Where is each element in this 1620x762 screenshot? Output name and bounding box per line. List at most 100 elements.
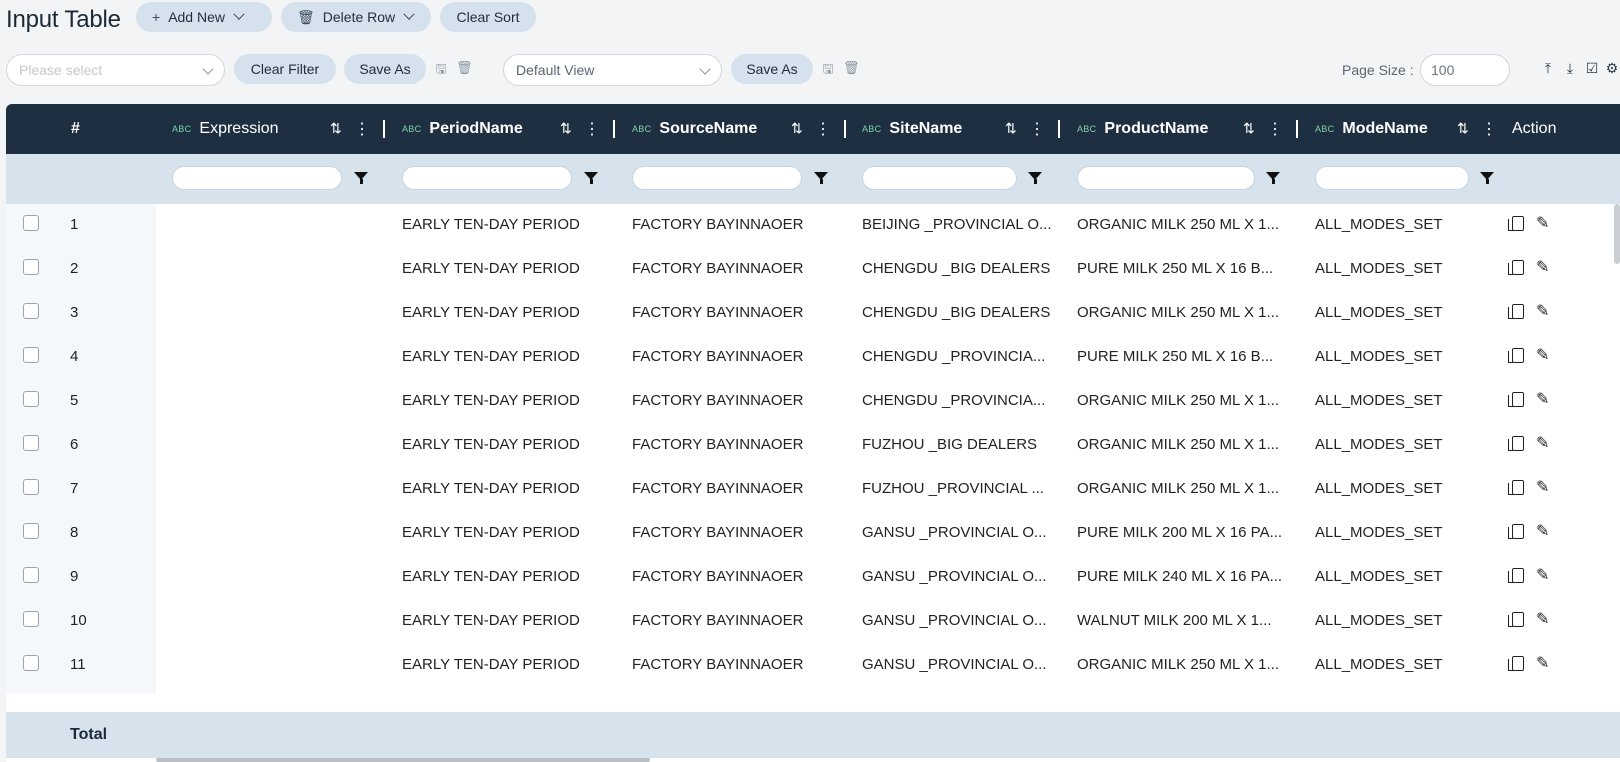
row-checkbox[interactable] [23, 655, 39, 671]
sitename-cell[interactable]: GANSU _PROVINCIAL O... [862, 656, 1047, 673]
save-icon[interactable]: 🖫 [821, 60, 835, 76]
checkbox-menu-icon[interactable]: ☑ [1584, 60, 1600, 76]
periodname-cell[interactable]: EARLY TEN-DAY PERIOD [402, 216, 580, 233]
row-checkbox[interactable] [23, 523, 39, 539]
productname-filter-input[interactable] [1077, 166, 1255, 190]
copy-icon[interactable] [1508, 480, 1524, 495]
filter-icon[interactable] [584, 172, 598, 184]
header-periodname[interactable]: ABC PeriodName [402, 104, 523, 154]
column-divider[interactable] [383, 120, 385, 138]
delete-row-button[interactable]: 🗑 Delete Row [281, 2, 431, 32]
edit-icon[interactable]: ✎ [1536, 433, 1549, 453]
modename-cell[interactable]: ALL_MODES_SET [1315, 216, 1443, 233]
copy-icon[interactable] [1508, 392, 1524, 407]
trash-icon[interactable]: 🗑 [456, 60, 473, 76]
table-row[interactable]: 7 EARLY TEN-DAY PERIOD FACTORY BAYINNAOER F… [6, 468, 1620, 512]
trash-icon[interactable]: 🗑 [843, 60, 860, 76]
productname-cell[interactable]: WALNUT MILK 200 ML X 1... [1077, 612, 1272, 629]
upload-icon[interactable]: ⤒ [1540, 60, 1556, 76]
row-checkbox[interactable] [23, 215, 39, 231]
column-menu-icon[interactable]: ⋮ [1267, 119, 1283, 139]
filter-icon[interactable] [1480, 172, 1494, 184]
clear-filter-button[interactable]: Clear Filter [234, 54, 336, 84]
table-row[interactable]: 3 EARLY TEN-DAY PERIOD FACTORY BAYINNAOER C… [6, 292, 1620, 336]
productname-cell[interactable]: ORGANIC MILK 250 ML X 1... [1077, 436, 1279, 453]
modename-cell[interactable]: ALL_MODES_SET [1315, 480, 1443, 497]
sourcename-cell[interactable]: FACTORY BAYINNAOER [632, 436, 803, 453]
row-checkbox[interactable] [23, 435, 39, 451]
periodname-cell[interactable]: EARLY TEN-DAY PERIOD [402, 568, 580, 585]
sourcename-cell[interactable]: FACTORY BAYINNAOER [632, 612, 803, 629]
vertical-scrollbar[interactable] [1614, 204, 1620, 264]
save-as-filter-button[interactable]: Save As [344, 54, 426, 84]
sitename-cell[interactable]: GANSU _PROVINCIAL O... [862, 568, 1047, 585]
sitename-cell[interactable]: CHENGDU _PROVINCIA... [862, 392, 1045, 409]
table-row[interactable]: 9 EARLY TEN-DAY PERIOD FACTORY BAYINNAOER G… [6, 556, 1620, 600]
table-row[interactable]: 6 EARLY TEN-DAY PERIOD FACTORY BAYINNAOER F… [6, 424, 1620, 468]
productname-cell[interactable]: PURE MILK 250 ML X 16 B... [1077, 348, 1273, 365]
column-divider[interactable] [844, 120, 846, 138]
save-as-view-button[interactable]: Save As [731, 54, 813, 84]
sourcename-cell[interactable]: FACTORY BAYINNAOER [632, 656, 803, 673]
header-modename[interactable]: ABC ModeName [1315, 104, 1428, 154]
productname-cell[interactable]: ORGANIC MILK 250 ML X 1... [1077, 216, 1279, 233]
header-productname[interactable]: ABC ProductName [1077, 104, 1208, 154]
modename-cell[interactable]: ALL_MODES_SET [1315, 524, 1443, 541]
productname-cell[interactable]: ORGANIC MILK 250 ML X 1... [1077, 656, 1279, 673]
row-checkbox[interactable] [23, 479, 39, 495]
productname-cell[interactable]: ORGANIC MILK 250 ML X 1... [1077, 304, 1279, 321]
filter-select[interactable]: Please select [6, 54, 225, 86]
periodname-cell[interactable]: EARLY TEN-DAY PERIOD [402, 612, 580, 629]
table-row[interactable]: 11 EARLY TEN-DAY PERIOD FACTORY BAYINNAOER… [6, 644, 1620, 688]
column-menu-icon[interactable]: ⋮ [815, 119, 831, 139]
sourcename-cell[interactable]: FACTORY BAYINNAOER [632, 304, 803, 321]
modename-cell[interactable]: ALL_MODES_SET [1315, 392, 1443, 409]
sort-icon[interactable]: ⇅ [560, 120, 572, 137]
download-icon[interactable]: ⤓ [1562, 60, 1578, 76]
sourcename-cell[interactable]: FACTORY BAYINNAOER [632, 348, 803, 365]
row-checkbox[interactable] [23, 611, 39, 627]
sort-icon[interactable]: ⇅ [1005, 120, 1017, 137]
sourcename-cell[interactable]: FACTORY BAYINNAOER [632, 216, 803, 233]
filter-icon[interactable] [814, 172, 828, 184]
sourcename-cell[interactable]: FACTORY BAYINNAOER [632, 568, 803, 585]
edit-icon[interactable]: ✎ [1536, 653, 1549, 673]
productname-cell[interactable]: ORGANIC MILK 250 ML X 1... [1077, 392, 1279, 409]
filter-icon[interactable] [1028, 172, 1042, 184]
sitename-cell[interactable]: BEIJING _PROVINCIAL O... [862, 216, 1052, 233]
column-menu-icon[interactable]: ⋮ [354, 119, 370, 139]
table-row[interactable]: 1 EARLY TEN-DAY PERIOD FACTORY BAYINNAOER B… [6, 204, 1620, 248]
column-divider[interactable] [1058, 120, 1060, 138]
column-menu-icon[interactable]: ⋮ [584, 119, 600, 139]
table-row[interactable]: 5 EARLY TEN-DAY PERIOD FACTORY BAYINNAOER C… [6, 380, 1620, 424]
settings-icon[interactable]: ⚙ [1604, 60, 1620, 76]
header-sitename[interactable]: ABC SiteName [862, 104, 962, 154]
edit-icon[interactable]: ✎ [1536, 565, 1549, 585]
column-menu-icon[interactable]: ⋮ [1481, 119, 1497, 139]
periodname-cell[interactable]: EARLY TEN-DAY PERIOD [402, 392, 580, 409]
edit-icon[interactable]: ✎ [1536, 477, 1549, 497]
table-row[interactable]: 10 EARLY TEN-DAY PERIOD FACTORY BAYINNAOER… [6, 600, 1620, 644]
edit-icon[interactable]: ✎ [1536, 521, 1549, 541]
periodname-cell[interactable]: EARLY TEN-DAY PERIOD [402, 480, 580, 497]
column-divider[interactable] [1296, 120, 1298, 138]
copy-icon[interactable] [1508, 348, 1524, 363]
edit-icon[interactable]: ✎ [1536, 389, 1549, 409]
periodname-cell[interactable]: EARLY TEN-DAY PERIOD [402, 348, 580, 365]
sitename-cell[interactable]: CHENGDU _PROVINCIA... [862, 348, 1045, 365]
filter-icon[interactable] [354, 172, 368, 184]
productname-cell[interactable]: PURE MILK 250 ML X 16 B... [1077, 260, 1273, 277]
row-checkbox[interactable] [23, 259, 39, 275]
modename-cell[interactable]: ALL_MODES_SET [1315, 348, 1443, 365]
edit-icon[interactable]: ✎ [1536, 301, 1549, 321]
sort-icon[interactable]: ⇅ [330, 120, 342, 137]
row-checkbox[interactable] [23, 567, 39, 583]
periodname-cell[interactable]: EARLY TEN-DAY PERIOD [402, 656, 580, 673]
copy-icon[interactable] [1508, 568, 1524, 583]
modename-cell[interactable]: ALL_MODES_SET [1315, 436, 1443, 453]
periodname-cell[interactable]: EARLY TEN-DAY PERIOD [402, 304, 580, 321]
sourcename-filter-input[interactable] [632, 166, 802, 190]
save-icon[interactable]: 🖫 [434, 60, 448, 76]
copy-icon[interactable] [1508, 612, 1524, 627]
header-sourcename[interactable]: ABC SourceName [632, 104, 757, 154]
